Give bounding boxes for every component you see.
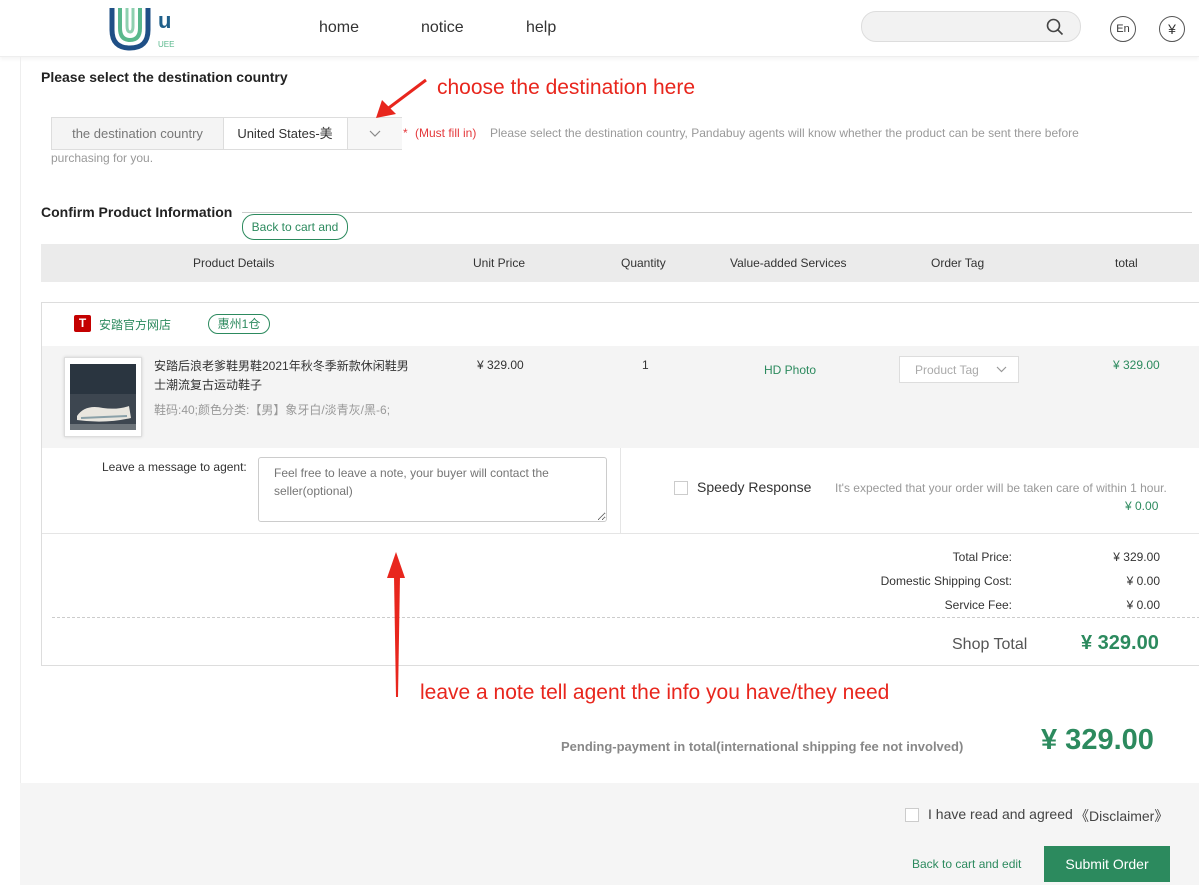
shop-total-label: Shop Total — [952, 636, 1028, 653]
destination-title: Please select the destination country — [41, 69, 288, 85]
product-sku: 鞋码:40;颜色分类:【男】象牙白/淡青灰/黑-6; — [154, 403, 391, 417]
product-title[interactable]: 安踏后浪老爹鞋男鞋2021年秋冬季新款休闲鞋男 — [154, 357, 409, 374]
language-button[interactable]: En — [1110, 16, 1136, 42]
table-header: Product Details Unit Price Quantity Valu… — [41, 244, 1199, 282]
required-mark: * — [403, 126, 408, 140]
dashed-divider — [52, 617, 1199, 618]
product-tag-select[interactable]: Product Tag — [899, 356, 1019, 383]
pending-payment-label: Pending-payment in total(international s… — [561, 739, 964, 754]
back-to-cart-button[interactable]: Back to cart and — [242, 214, 348, 240]
th-order-tag: Order Tag — [931, 256, 985, 270]
quantity: 1 — [642, 358, 649, 372]
annotation-top-text: choose the destination here — [437, 76, 696, 99]
total-price-label: Total Price: — [952, 550, 1012, 564]
logo-icon — [109, 8, 151, 51]
unit-price: ¥ 329.00 — [477, 358, 524, 372]
back-to-cart-link[interactable]: Back to cart and edit — [912, 857, 1021, 871]
destination-hint: Please select the destination country, P… — [490, 126, 1079, 140]
agree-text[interactable]: I have read and agreed — [928, 806, 1073, 822]
speedy-response-checkbox[interactable] — [674, 481, 688, 495]
country-selector[interactable]: the destination country United States-美 — [51, 117, 402, 150]
site-logo[interactable]: u UEE — [108, 4, 188, 52]
th-unit-price: Unit Price — [473, 256, 526, 270]
nav-notice[interactable]: notice — [421, 19, 464, 37]
shoe-image-icon — [70, 364, 136, 430]
nav-home[interactable]: home — [319, 19, 359, 37]
row-total: ¥ 329.00 — [1113, 358, 1160, 372]
top-header: u UEE home notice help En ¥ — [0, 0, 1199, 57]
search-icon[interactable] — [1046, 18, 1064, 36]
annotation-arrow-bottom — [387, 552, 405, 697]
agree-checkbox[interactable] — [905, 808, 919, 822]
country-label: the destination country — [52, 118, 224, 149]
hd-photo-service[interactable]: HD Photo — [764, 363, 816, 377]
th-quantity: Quantity — [621, 256, 666, 270]
speedy-response-label[interactable]: Speedy Response — [697, 479, 811, 495]
product-title-continued[interactable]: 士潮流复古运动鞋子 — [154, 376, 262, 393]
product-thumbnail[interactable] — [64, 357, 142, 437]
product-row: 安踏后浪老爹鞋男鞋2021年秋冬季新款休闲鞋男 士潮流复古运动鞋子 鞋码:40;… — [42, 346, 1199, 448]
message-divider — [620, 448, 621, 533]
speedy-response-price: ¥ 0.00 — [1125, 499, 1159, 513]
total-price-value: ¥ 329.00 — [1113, 550, 1160, 564]
th-value-added: Value-added Services — [730, 256, 847, 270]
shipping-cost-label: Domestic Shipping Cost: — [880, 574, 1012, 588]
annotation-bottom-text: leave a note tell agent the info you hav… — [420, 681, 890, 704]
summary-divider — [42, 533, 1199, 534]
country-value[interactable]: United States-美 — [224, 118, 346, 149]
destination-hint-continued: purchasing for you. — [51, 151, 154, 165]
warehouse-tag: 惠州1仓 — [208, 314, 270, 334]
chevron-down-icon — [996, 366, 1007, 373]
th-product-details: Product Details — [193, 256, 275, 270]
order-footer — [20, 783, 1199, 885]
section-divider — [242, 212, 1192, 213]
service-fee-label: Service Fee: — [944, 598, 1012, 612]
message-label: Leave a message to agent: — [102, 460, 247, 474]
shop-order-box: T 安踏官方网店 惠州1仓 安踏后浪老爹鞋男鞋2021年秋冬季新款休闲鞋男 士潮… — [41, 302, 1199, 666]
confirm-title: Confirm Product Information — [41, 204, 233, 220]
required-text: (Must fill in) — [415, 126, 477, 140]
message-input[interactable] — [258, 457, 607, 522]
shop-name[interactable]: 安踏官方网店 — [99, 316, 171, 333]
shipping-cost-value: ¥ 0.00 — [1126, 574, 1160, 588]
logo-subtext: UEE — [158, 40, 175, 49]
pending-payment-amount: ¥ 329.00 — [1041, 724, 1154, 756]
product-tag-placeholder: Product Tag — [915, 363, 979, 377]
nav-help[interactable]: help — [526, 19, 556, 37]
speedy-response-desc: It's expected that your order will be ta… — [835, 481, 1167, 495]
chevron-down-icon — [369, 130, 381, 137]
shop-icon: T — [74, 315, 91, 332]
service-fee-value: ¥ 0.00 — [1126, 598, 1160, 612]
disclaimer-link[interactable]: 《Disclaimer》 — [1075, 806, 1168, 826]
th-total: total — [1115, 256, 1138, 270]
annotation-arrow-top — [376, 78, 427, 118]
logo-letter: u — [158, 8, 172, 33]
submit-order-button[interactable]: Submit Order — [1044, 846, 1170, 882]
country-dropdown-toggle[interactable] — [347, 118, 402, 149]
currency-button[interactable]: ¥ — [1159, 16, 1185, 42]
shop-total-value: ¥ 329.00 — [1081, 632, 1159, 654]
search-input[interactable] — [861, 11, 1081, 42]
